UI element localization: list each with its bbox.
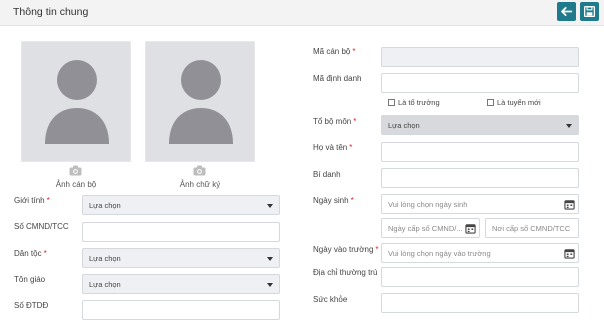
checkbox-box[interactable] [487,99,494,106]
phone-input[interactable] [82,300,280,320]
phone-label: Số ĐTDĐ [14,301,49,310]
birth-date-input[interactable]: Vui lòng chọn ngày sinh [381,194,579,214]
address-label: Địa chỉ thường trú [313,268,378,277]
new-hire-checkbox[interactable]: Là tuyển mới [487,98,541,107]
gender-label: Giới tính * [14,196,50,205]
calendar-icon[interactable] [465,223,476,234]
department-label: Tổ bộ môn * [313,117,357,126]
id-number-input[interactable] [82,222,280,242]
start-date-input[interactable]: Vui lòng chọn ngày vào trường [381,243,579,263]
address-input[interactable] [381,267,579,287]
birth-date-label: Ngày sinh * [313,196,354,205]
save-button[interactable] [580,2,599,21]
caret-down-icon [566,124,572,128]
id-issue-date-input[interactable]: Ngày cấp số CMND/... [381,218,480,238]
start-date-placeholder: Vui lòng chọn ngày vào trường [388,248,491,258]
calendar-icon[interactable] [564,248,575,259]
staff-code-input[interactable] [381,47,579,67]
ethnicity-select[interactable]: Lựa chọn [82,248,280,268]
person-placeholder-icon [169,60,233,144]
camera-icon[interactable] [193,163,206,181]
religion-label: Tôn giáo [14,275,46,284]
person-placeholder-icon [45,60,109,144]
new-hire-label: Là tuyển mới [497,98,541,107]
checkbox-box[interactable] [388,99,395,106]
caret-down-icon [267,204,273,208]
back-button[interactable] [557,2,576,21]
section-title: Thông tin chung [13,6,89,18]
religion-select-value: Lựa chọn [89,279,121,289]
section-header: Thông tin chung [0,0,604,26]
team-leader-label: Là tổ trưởng [398,98,440,107]
id-issue-date-placeholder: Ngày cấp số CMND/... [388,223,463,233]
department-select-value: Lựa chọn [388,120,420,130]
religion-select[interactable]: Lựa chọn [82,274,280,294]
id-issue-place-input[interactable]: Nơi cấp số CMND/TCC [485,218,579,238]
floppy-disk-icon [583,5,596,18]
department-select[interactable]: Lựa chọn [381,115,579,135]
birth-date-placeholder: Vui lòng chọn ngày sinh [388,199,468,209]
caret-down-icon [267,283,273,287]
signature-photo-caption: Ảnh chữ ký [179,180,221,189]
full-name-label: Họ và tên * [313,143,353,152]
alias-input[interactable] [381,168,579,188]
gender-select[interactable]: Lựa chọn [82,195,280,215]
gender-select-value: Lựa chọn [89,200,121,210]
calendar-icon[interactable] [564,199,575,210]
signature-photo[interactable] [145,41,255,162]
caret-down-icon [267,257,273,261]
staff-photo[interactable] [21,41,131,162]
camera-icon[interactable] [69,163,82,181]
full-name-input[interactable] [381,142,579,162]
health-input[interactable] [381,293,579,313]
start-date-label: Ngày vào trường * [313,245,379,254]
health-label: Sức khỏe [313,295,348,304]
ethnicity-label: Dân tộc * [14,249,47,258]
identifier-input[interactable] [381,73,579,93]
ethnicity-select-value: Lựa chọn [89,253,121,263]
staff-code-label: Mã cán bộ * [313,47,356,56]
arrow-left-icon [561,6,573,17]
id-issue-place-placeholder: Nơi cấp số CMND/TCC [492,223,571,233]
alias-label: Bí danh [313,170,341,179]
identifier-label: Mã định danh [313,74,362,83]
staff-photo-caption: Ảnh cán bộ [55,180,97,189]
team-leader-checkbox[interactable]: Là tổ trưởng [388,98,440,107]
id-number-label: Số CMND/TCC [14,222,69,231]
